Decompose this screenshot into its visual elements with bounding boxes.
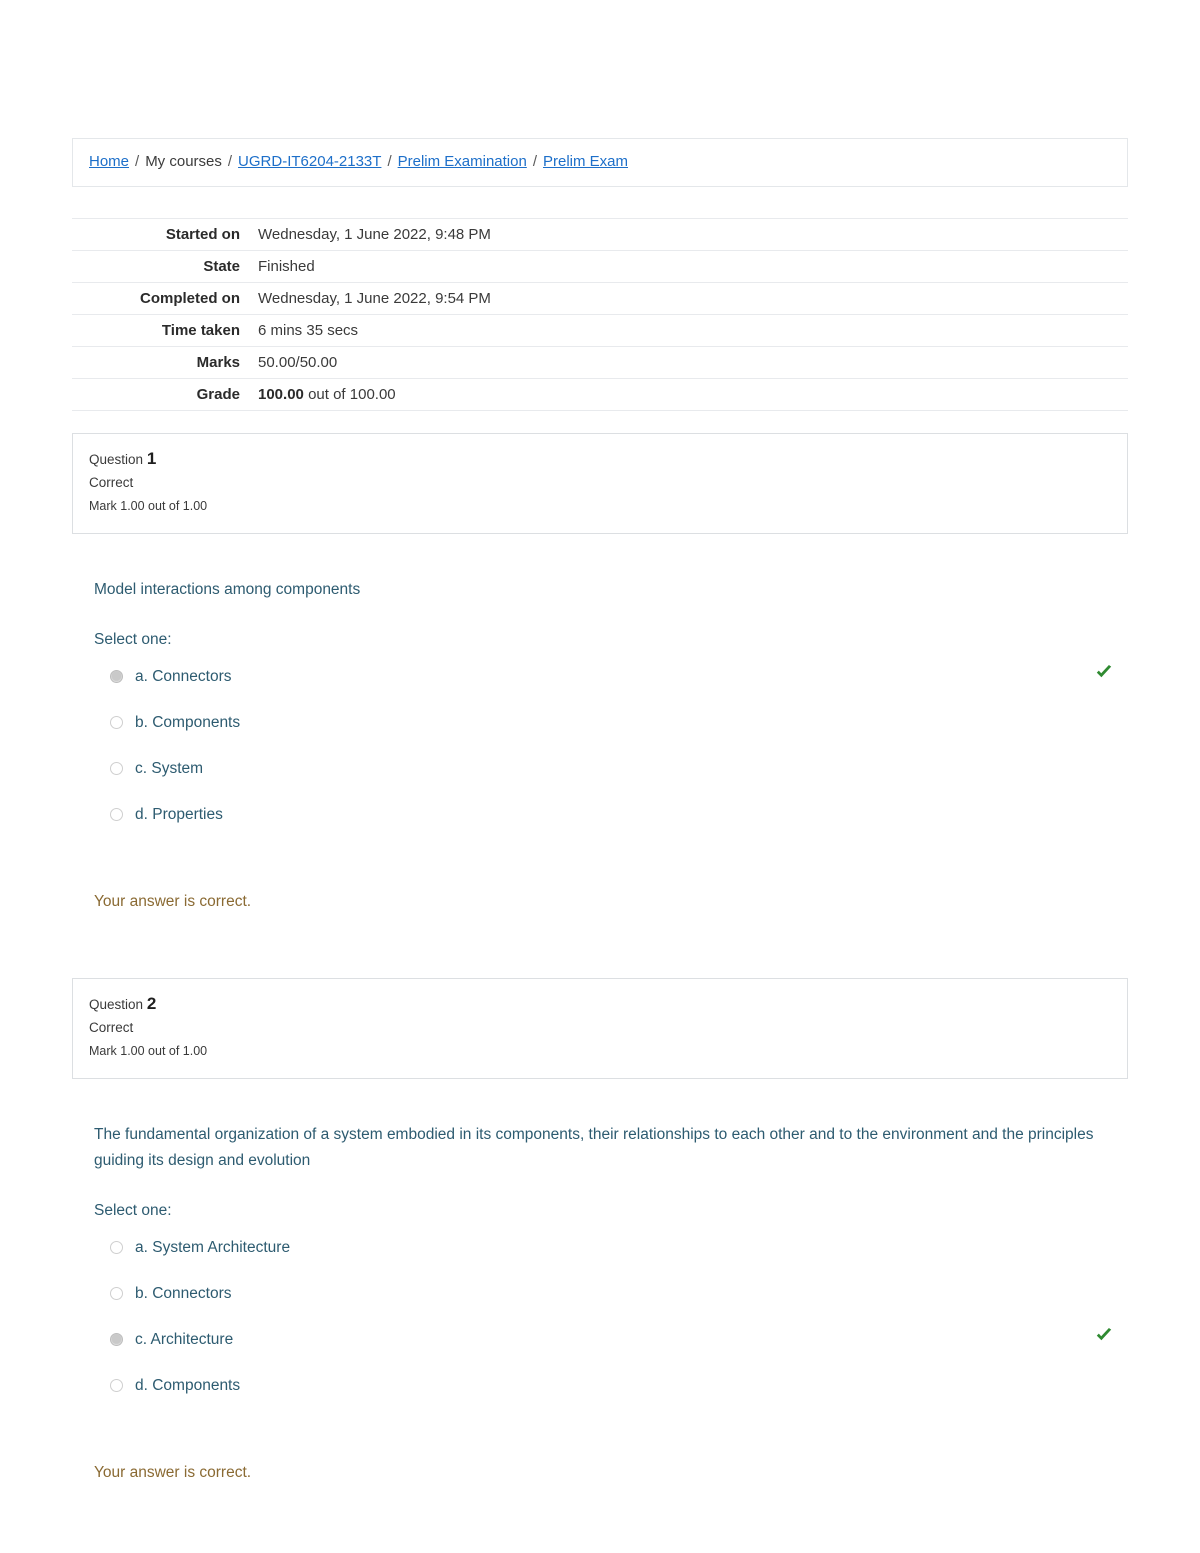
- radio-button[interactable]: [110, 762, 123, 775]
- breadcrumb-separator: /: [532, 153, 537, 170]
- radio-button-selected[interactable]: [110, 1333, 123, 1346]
- select-one-label: Select one:: [94, 631, 172, 648]
- quiz-review-page: Home / My courses / UGRD-IT6204-2133T / Prelim…: [0, 0, 1200, 1553]
- select-one-label: Select one:: [94, 1202, 172, 1219]
- summary-label: Completed on: [140, 290, 240, 307]
- question-feedback: Your answer is correct.: [94, 893, 252, 910]
- grade-max: out of 100.00: [308, 386, 396, 403]
- breadcrumb-items: Home / My courses / UGRD-IT6204-2133T / Prelim…: [89, 153, 628, 170]
- summary-label: Marks: [196, 354, 240, 371]
- radio-button[interactable]: [110, 808, 123, 821]
- breadcrumb-item-0[interactable]: Home: [89, 153, 129, 170]
- question-number-value: 1: [146, 449, 157, 468]
- question-number: Question 2: [89, 993, 1111, 1016]
- page-content: Home / My courses / UGRD-IT6204-2133T / Prelim…: [72, 0, 1128, 1483]
- answer-option-label: d. Components: [135, 1377, 241, 1394]
- summary-value: 50.00/50.00: [258, 354, 338, 371]
- summary-label: State: [203, 258, 240, 275]
- radio-button[interactable]: [110, 1241, 123, 1254]
- question-mark: Mark 1.00 out of 1.00: [89, 1044, 208, 1058]
- answer-options: a. System Architecture b. Connectors c. Ar…: [94, 1227, 1128, 1411]
- answer-option[interactable]: a. System Architecture: [94, 1227, 1128, 1273]
- answer-option[interactable]: c. System: [94, 748, 1128, 794]
- answer-option-label: b. Components: [135, 714, 241, 731]
- summary-row: Started on Wednesday, 1 June 2022, 9:48 P…: [72, 219, 1128, 251]
- question-text: The fundamental organization of a system…: [94, 1126, 1094, 1169]
- breadcrumb-separator: /: [135, 153, 140, 170]
- question-number-label: Question: [89, 452, 144, 467]
- answer-option[interactable]: a. Connectors: [94, 656, 1128, 702]
- question-number-label: Question: [89, 997, 144, 1012]
- question-text: Model interactions among components: [94, 581, 361, 598]
- summary-row: Completed on Wednesday, 1 June 2022, 9:54…: [72, 283, 1128, 315]
- summary-value-grade: 100.00 out of 100.00: [250, 379, 1128, 411]
- summary-value: Wednesday, 1 June 2022, 9:54 PM: [258, 290, 491, 307]
- question-info-box: Question 2 Correct Mark 1.00 out of 1.00: [72, 978, 1128, 1079]
- breadcrumb-item-4[interactable]: Prelim Exam: [543, 153, 628, 170]
- summary-row: Time taken 6 mins 35 secs: [72, 315, 1128, 347]
- question-block: Question 2 Correct Mark 1.00 out of 1.00 Th…: [72, 978, 1128, 1483]
- breadcrumb-item-2[interactable]: UGRD-IT6204-2133T: [238, 153, 381, 170]
- attempt-summary-table: Started on Wednesday, 1 June 2022, 9:48 P…: [72, 218, 1128, 411]
- answer-option-label: a. System Architecture: [135, 1239, 291, 1256]
- radio-button-selected[interactable]: [110, 670, 123, 683]
- answer-option[interactable]: d. Components: [94, 1365, 1128, 1411]
- summary-row: State Finished: [72, 251, 1128, 283]
- answer-option-label: c. Architecture: [135, 1331, 234, 1348]
- breadcrumb: Home / My courses / UGRD-IT6204-2133T / Prelim…: [72, 138, 1128, 187]
- question-state: Correct: [89, 475, 134, 490]
- question-number-value: 2: [146, 994, 157, 1013]
- answer-options: a. Connectors b. Components c. System d. Pr…: [94, 656, 1128, 840]
- question-feedback: Your answer is correct.: [94, 1464, 252, 1481]
- correct-check-icon: [1094, 1325, 1114, 1345]
- summary-label: Started on: [165, 226, 240, 243]
- breadcrumb-item-1: My courses: [145, 153, 222, 170]
- answer-option[interactable]: c. Architecture: [94, 1319, 1128, 1365]
- question-body: The fundamental organization of a system…: [72, 1122, 1128, 1483]
- radio-button[interactable]: [110, 1287, 123, 1300]
- question-info-box: Question 1 Correct Mark 1.00 out of 1.00: [72, 433, 1128, 534]
- breadcrumb-separator: /: [387, 153, 392, 170]
- question-mark: Mark 1.00 out of 1.00: [89, 499, 208, 513]
- summary-label: Time taken: [161, 322, 240, 339]
- summary-row-grade: Grade 100.00 out of 100.00: [72, 379, 1128, 411]
- radio-button[interactable]: [110, 1379, 123, 1392]
- question-state: Correct: [89, 1020, 134, 1035]
- radio-button[interactable]: [110, 716, 123, 729]
- question-body: Model interactions among components Selec…: [72, 577, 1128, 912]
- answer-option[interactable]: b. Connectors: [94, 1273, 1128, 1319]
- answer-option-label: c. System: [135, 760, 204, 777]
- answer-option[interactable]: b. Components: [94, 702, 1128, 748]
- grade-score: 100.00: [258, 386, 304, 403]
- answer-option[interactable]: d. Properties: [94, 794, 1128, 840]
- correct-check-icon: [1094, 662, 1114, 682]
- questions-container: Question 1 Correct Mark 1.00 out of 1.00 Mo…: [72, 433, 1128, 1483]
- question-block: Question 1 Correct Mark 1.00 out of 1.00 Mo…: [72, 433, 1128, 912]
- summary-row: Marks 50.00/50.00: [72, 347, 1128, 379]
- summary-value: Wednesday, 1 June 2022, 9:48 PM: [258, 226, 491, 243]
- summary-value: Finished: [258, 258, 315, 275]
- breadcrumb-separator: /: [227, 153, 233, 170]
- answer-option-label: b. Connectors: [135, 1285, 232, 1302]
- answer-option-label: a. Connectors: [135, 668, 232, 685]
- summary-value: 6 mins 35 secs: [258, 322, 359, 339]
- answer-option-label: d. Properties: [135, 806, 223, 823]
- breadcrumb-item-3[interactable]: Prelim Examination: [398, 153, 527, 170]
- question-number: Question 1: [89, 448, 1111, 471]
- summary-label-grade: Grade: [196, 386, 240, 403]
